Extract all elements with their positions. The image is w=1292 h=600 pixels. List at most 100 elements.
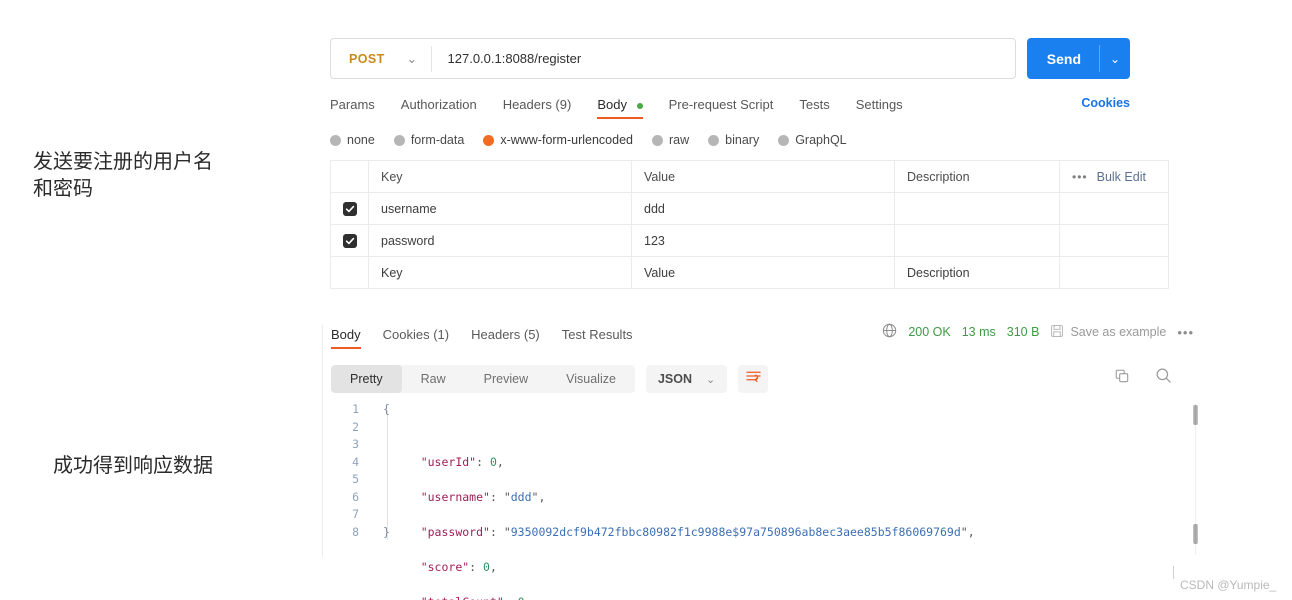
cookies-link[interactable]: Cookies — [1081, 96, 1130, 110]
checkbox-checked-icon[interactable] — [342, 201, 357, 216]
bulk-edit-button[interactable]: Bulk Edit — [1097, 170, 1146, 184]
body-type-form-data[interactable]: form-data — [393, 133, 464, 147]
tab-authorization[interactable]: Authorization — [401, 97, 477, 119]
table-row: username ddd — [330, 192, 1169, 225]
body-type-none[interactable]: none — [330, 133, 375, 147]
row-value[interactable]: 123 — [631, 224, 895, 257]
line-number: 5 — [352, 472, 359, 486]
globe-icon — [882, 323, 897, 341]
checkbox-checked-icon[interactable] — [342, 233, 357, 248]
more-options-icon[interactable]: ••• — [1177, 325, 1194, 340]
tab-headers[interactable]: Headers (9) — [503, 97, 572, 119]
radio-selected-icon — [483, 134, 495, 146]
tab-label: Settings — [855, 97, 903, 112]
radio-icon — [652, 134, 663, 146]
view-mode-visualize[interactable]: Visualize — [547, 365, 635, 393]
view-mode-raw[interactable]: Raw — [402, 365, 465, 393]
tab-label: Headers (9) — [502, 97, 572, 112]
scrollbar-thumb[interactable] — [1193, 405, 1198, 425]
radio-icon — [330, 134, 341, 146]
save-as-example-label: Save as example — [1070, 325, 1167, 339]
header-checkbox-cell — [330, 160, 369, 193]
row-description[interactable] — [894, 192, 1060, 225]
radio-icon — [393, 134, 405, 146]
row-value[interactable]: ddd — [631, 192, 895, 225]
divider — [1173, 566, 1174, 579]
line-number: 1 — [352, 402, 359, 416]
line-number-gutter: 1 2 3 4 5 6 7 8 — [331, 401, 359, 541]
method-selector[interactable]: POST ⌄ — [331, 51, 431, 67]
word-wrap-icon — [745, 369, 762, 389]
url-bar[interactable]: POST ⌄ 127.0.0.1:8088/register — [330, 38, 1016, 79]
view-mode-pretty[interactable]: Pretty — [331, 365, 402, 393]
fold-brace-close[interactable]: } — [383, 524, 393, 542]
response-tab-test-results[interactable]: Test Results — [562, 327, 633, 349]
body-type-label: binary — [725, 133, 760, 147]
fold-brace-open[interactable]: { — [383, 401, 393, 419]
row-description-placeholder[interactable]: Description — [894, 256, 1060, 289]
tab-label: Authorization — [400, 97, 477, 112]
line-number: 6 — [352, 489, 359, 504]
response-viewer-toolbar: Pretty Raw Preview Visualize JSON ⌄ — [331, 365, 1202, 393]
response-code-area[interactable]: 1 2 3 4 5 6 7 8 { } "userId": 0, "userna… — [331, 401, 1202, 600]
body-type-raw[interactable]: raw — [652, 133, 689, 147]
save-as-example-button[interactable]: Save as example — [1050, 324, 1166, 341]
url-input[interactable]: 127.0.0.1:8088/register — [432, 51, 582, 66]
status-code: 200 OK — [908, 325, 951, 339]
watermark: CSDN @Yumpie_ — [1180, 578, 1277, 592]
response-size: 310 B — [1006, 325, 1040, 339]
body-type-binary[interactable]: binary — [708, 133, 759, 147]
word-wrap-button[interactable] — [738, 365, 769, 393]
row-description[interactable] — [894, 224, 1060, 257]
code-line: "userId": 0, — [420, 454, 504, 469]
row-key-placeholder[interactable]: Key — [368, 256, 632, 289]
view-mode-group: Pretty Raw Preview Visualize — [331, 365, 635, 393]
chevron-down-icon: ⌄ — [706, 373, 716, 386]
tab-label: Test Results — [561, 327, 633, 342]
body-type-x-www-form-urlencoded[interactable]: x-www-form-urlencoded — [483, 133, 633, 147]
body-type-radio-group: none form-data x-www-form-urlencoded raw… — [330, 133, 1130, 147]
value-score: 0 — [483, 559, 490, 574]
tab-pre-request-script[interactable]: Pre-request Script — [669, 97, 774, 119]
table-row-empty: Key Value Description — [330, 256, 1169, 289]
params-table: Key Value Description ••• Bulk Edit user… — [330, 160, 1169, 289]
response-tab-body[interactable]: Body — [331, 327, 361, 349]
scrollbar-marker[interactable] — [1193, 524, 1198, 544]
format-selector[interactable]: JSON ⌄ — [645, 365, 728, 393]
tab-label: Body — [597, 97, 627, 112]
row-key[interactable]: username — [368, 192, 632, 225]
tab-settings[interactable]: Settings — [856, 97, 903, 119]
tab-label: Pre-request Script — [668, 97, 774, 112]
json-code-block[interactable]: "userId": 0, "username": "ddd", "passwor… — [393, 401, 975, 600]
tab-label: Body — [331, 327, 361, 342]
copy-icon[interactable] — [1114, 368, 1130, 389]
table-row: password 123 — [330, 224, 1169, 257]
send-group: Send ⌄ — [1026, 38, 1130, 79]
header-key: Key — [368, 160, 632, 193]
request-tabs: Params Authorization Headers (9) Body Pr… — [330, 96, 1130, 120]
row-value-placeholder[interactable]: Value — [631, 256, 895, 289]
tab-tests[interactable]: Tests — [799, 97, 829, 119]
send-options-chevron-down-icon[interactable]: ⌄ — [1100, 38, 1130, 79]
header-value: Value — [631, 160, 895, 193]
line-number: 8 — [352, 524, 359, 539]
row-spacer — [1059, 256, 1169, 289]
code-fold-column[interactable]: { } — [383, 401, 393, 541]
body-type-label: raw — [669, 133, 690, 147]
body-type-graphql[interactable]: GraphQL — [778, 133, 847, 147]
tab-params[interactable]: Params — [330, 97, 375, 119]
save-icon — [1050, 324, 1064, 341]
more-options-icon[interactable]: ••• — [1072, 171, 1088, 183]
response-tab-cookies[interactable]: Cookies (1) — [383, 327, 449, 349]
row-checkbox-cell — [330, 192, 369, 225]
value-userId: 0 — [489, 454, 497, 469]
view-mode-preview[interactable]: Preview — [465, 365, 547, 393]
send-button[interactable]: Send — [1027, 38, 1099, 79]
search-icon[interactable] — [1155, 367, 1172, 389]
row-key[interactable]: password — [368, 224, 632, 257]
tab-body[interactable]: Body — [597, 97, 643, 119]
response-tab-headers[interactable]: Headers (5) — [471, 327, 540, 349]
